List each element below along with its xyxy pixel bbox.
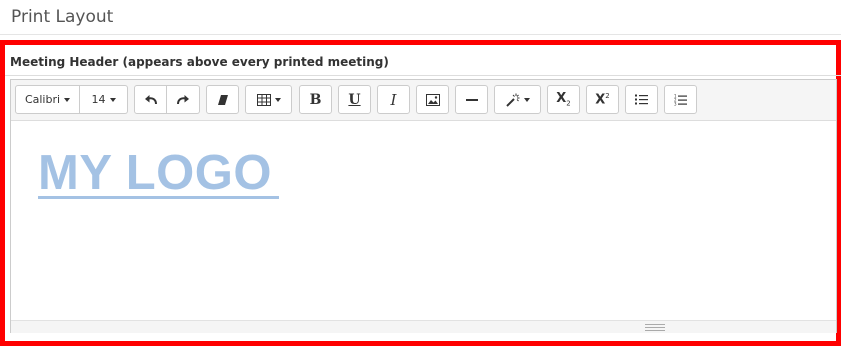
ordered-list-button[interactable]: 1 2 3 — [664, 85, 697, 114]
ordered-list-icon: 1 2 3 — [674, 94, 687, 106]
undo-button[interactable] — [134, 85, 167, 114]
editor-status-bar — [11, 320, 836, 333]
chevron-down-icon — [64, 97, 71, 102]
underline-button[interactable]: U — [338, 85, 371, 114]
superscript-icon: X2 — [595, 91, 610, 108]
page-title: Print Layout — [11, 7, 114, 27]
editor-content-area[interactable]: MY LOGO — [11, 121, 836, 321]
font-family-dropdown[interactable]: Calibri — [15, 85, 80, 114]
field-label-divider — [5, 75, 841, 76]
font-size-dropdown[interactable]: 14 — [80, 85, 128, 114]
subscript-button[interactable]: X2 — [547, 85, 580, 114]
underline-icon: U — [348, 91, 361, 108]
field-label: Meeting Header (appears above every prin… — [10, 55, 389, 69]
chevron-down-icon — [274, 97, 281, 102]
logo-placeholder-text: MY LOGO — [38, 146, 273, 200]
eraser-icon — [217, 94, 228, 105]
rich-text-editor: Calibri 14 B U I X2 X2 1 2 3 MY LOGO — [10, 79, 837, 333]
horizontal-rule-icon — [465, 98, 478, 101]
image-icon — [425, 93, 440, 106]
undo-icon — [144, 94, 157, 104]
chevron-down-icon — [109, 97, 116, 102]
resize-handle-icon[interactable] — [645, 324, 665, 331]
italic-icon: I — [390, 90, 397, 109]
subscript-icon: X2 — [556, 91, 571, 108]
svg-text:3: 3 — [674, 101, 677, 106]
magic-wand-icon — [505, 93, 519, 107]
bold-icon: B — [309, 91, 322, 108]
style-dropdown[interactable] — [494, 85, 541, 114]
title-divider — [0, 34, 841, 35]
unordered-list-button[interactable] — [625, 85, 658, 114]
unordered-list-icon — [635, 94, 648, 105]
redo-icon — [177, 94, 189, 104]
font-family-value: Calibri — [24, 93, 61, 106]
redo-button[interactable] — [167, 85, 200, 114]
bold-button[interactable]: B — [299, 85, 332, 114]
editor-toolbar: Calibri 14 B U I X2 X2 1 2 3 — [11, 80, 836, 121]
highlight-frame: Meeting Header (appears above every prin… — [0, 40, 841, 346]
table-icon — [256, 93, 271, 106]
table-dropdown[interactable] — [245, 85, 292, 114]
italic-button[interactable]: I — [377, 85, 410, 114]
insert-image-button[interactable] — [416, 85, 449, 114]
superscript-button[interactable]: X2 — [586, 85, 619, 114]
chevron-down-icon — [523, 97, 530, 102]
horizontal-rule-button[interactable] — [455, 85, 488, 114]
clear-formatting-button[interactable] — [206, 85, 239, 114]
font-size-value: 14 — [91, 93, 106, 106]
logo-underline — [38, 196, 279, 199]
